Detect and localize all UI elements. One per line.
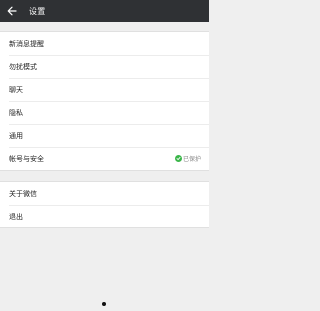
settings-item-chats[interactable]: 聊天 [0, 78, 209, 101]
settings-item-general[interactable]: 通用 [0, 124, 209, 147]
page-indicator-dot [102, 302, 106, 306]
shield-check-icon [174, 155, 182, 162]
settings-item-label: 退出 [9, 212, 23, 221]
title-bar: 设置 [0, 0, 209, 22]
settings-item-account-security[interactable]: 帐号与安全 已保护 [0, 147, 209, 170]
page-title: 设置 [29, 6, 46, 16]
settings-item-label: 通用 [9, 131, 23, 140]
settings-item-logout[interactable]: 退出 [0, 205, 209, 228]
settings-item-privacy[interactable]: 隐私 [0, 101, 209, 124]
settings-item-new-message-alerts[interactable]: 新消息提醒 [0, 32, 209, 55]
settings-item-label: 帐号与安全 [9, 154, 44, 163]
settings-item-label: 新消息提醒 [9, 39, 44, 48]
settings-item-do-not-disturb[interactable]: 勿扰模式 [0, 55, 209, 78]
settings-item-label: 隐私 [9, 108, 23, 117]
protection-status: 已保护 [174, 154, 201, 163]
settings-item-label: 聊天 [9, 85, 23, 94]
settings-item-label: 勿扰模式 [9, 62, 37, 71]
protection-status-text: 已保护 [182, 156, 201, 163]
settings-group-main: 新消息提醒 勿扰模式 聊天 隐私 通用 帐号与安全 已保护 [0, 31, 209, 171]
settings-item-label: 关于微信 [9, 189, 37, 198]
settings-item-about-wechat[interactable]: 关于微信 [0, 182, 209, 205]
arrow-left-icon[interactable] [1, 0, 23, 22]
settings-group-secondary: 关于微信 退出 [0, 181, 209, 228]
